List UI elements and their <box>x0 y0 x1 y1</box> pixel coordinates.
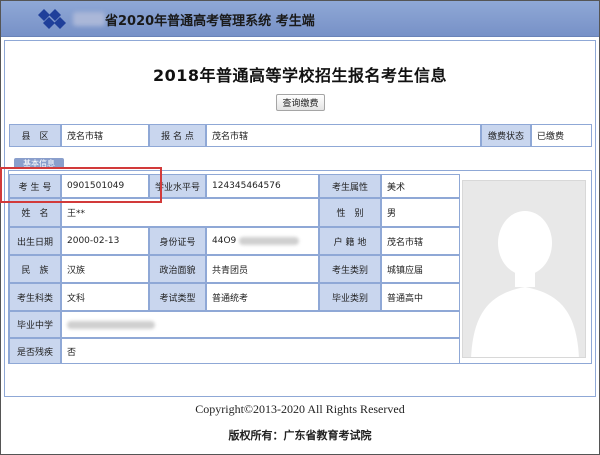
redacted-school <box>67 320 155 329</box>
disabled-label: 是否残疾 <box>9 338 61 364</box>
site-label: 报 名 点 <box>149 124 206 147</box>
student-photo <box>462 180 586 358</box>
fee-status-value: 已缴费 <box>531 124 592 147</box>
birth-date-value: 2000-02-13 <box>61 227 149 255</box>
exam-type-label: 考试类型 <box>149 283 206 311</box>
level-number-value: 124345464576 <box>206 174 319 198</box>
copyright-text: Copyright©2013-2020 All Rights Reserved <box>195 402 405 416</box>
subject-label: 考生科类 <box>9 283 61 311</box>
gender-label: 性 别 <box>319 198 381 227</box>
exam-type-value: 普通统考 <box>206 283 319 311</box>
ethnic-value: 汉族 <box>61 255 149 283</box>
redacted-province <box>73 12 105 26</box>
political-value: 共青团员 <box>206 255 319 283</box>
app-header: 省2020年普通高考管理系统 考生端 <box>1 1 599 37</box>
school-value <box>61 311 460 338</box>
gender-value: 男 <box>381 198 460 227</box>
category-value: 城镇应届 <box>381 255 460 283</box>
redacted-id <box>239 237 300 245</box>
grad-type-value: 普通高中 <box>381 283 460 311</box>
id-number-value: 44O9 <box>206 227 319 255</box>
avatar-silhouette-icon <box>463 181 585 357</box>
county-value: 茂名市辖 <box>61 124 149 147</box>
student-attr-label: 考生属性 <box>319 174 381 198</box>
disabled-value: 否 <box>61 338 460 364</box>
site-value: 茂名市辖 <box>206 124 481 147</box>
logo-icon <box>38 9 66 29</box>
political-label: 政治面貌 <box>149 255 206 283</box>
birth-date-label: 出生日期 <box>9 227 61 255</box>
ethnic-label: 民 族 <box>9 255 61 283</box>
hukou-label: 户 籍 地 <box>319 227 381 255</box>
fee-status-label: 缴费状态 <box>481 124 531 147</box>
query-payment-button[interactable]: 查询缴费 <box>276 94 325 111</box>
student-attr-value: 美术 <box>381 174 460 198</box>
exam-number-highlight <box>0 167 162 203</box>
subject-value: 文科 <box>61 283 149 311</box>
id-number-label: 身份证号 <box>149 227 206 255</box>
hukou-value: 茂名市辖 <box>381 227 460 255</box>
category-label: 考生类别 <box>319 255 381 283</box>
rights-text: 版权所有：广东省教育考试院 <box>228 429 372 442</box>
app-title: 省2020年普通高考管理系统 考生端 <box>105 14 315 29</box>
school-label: 毕业中学 <box>9 311 61 338</box>
county-label: 县 区 <box>9 124 61 147</box>
grad-type-label: 毕业类别 <box>319 283 381 311</box>
id-number-prefix: 44O9 <box>212 236 237 246</box>
page-title: 2018年普通高等学校招生报名考生信息 <box>152 66 448 85</box>
